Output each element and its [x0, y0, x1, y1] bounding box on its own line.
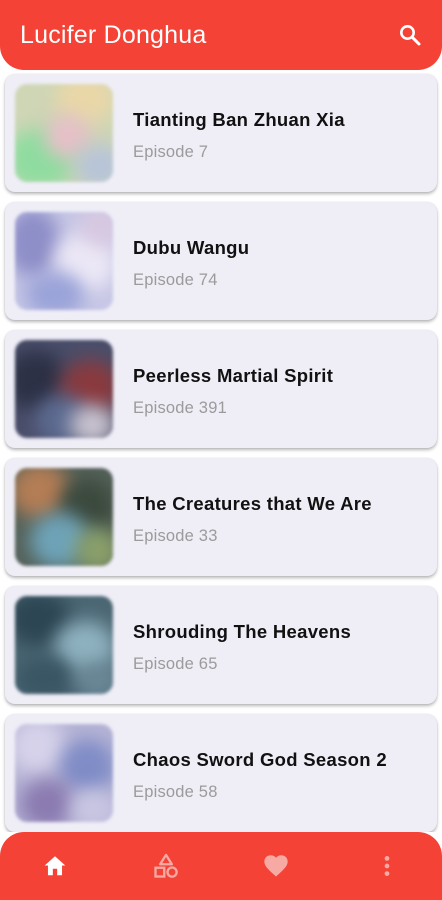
list-item[interactable]: Peerless Martial Spirit Episode 391 — [5, 330, 437, 448]
app-bar: Lucifer Donghua — [0, 0, 442, 70]
thumbnail — [15, 212, 113, 310]
thumbnail — [15, 596, 113, 694]
nav-more[interactable] — [357, 836, 417, 896]
item-title: Shrouding The Heavens — [133, 620, 352, 642]
list-item[interactable]: Shrouding The Heavens Episode 65 — [5, 586, 437, 704]
list-item[interactable]: Tianting Ban Zhuan Xia Episode 7 — [5, 74, 437, 192]
item-episode: Episode 7 — [133, 142, 209, 161]
app-title: Lucifer Donghua — [20, 20, 207, 49]
item-episode: Episode 58 — [133, 782, 218, 801]
search-button[interactable] — [396, 21, 424, 49]
item-episode: Episode 391 — [133, 398, 227, 417]
donghua-list: Tianting Ban Zhuan Xia Episode 7 Dubu Wa… — [0, 70, 442, 832]
item-title: The Creatures that We Are — [133, 492, 372, 514]
heart-icon — [264, 855, 288, 877]
home-icon — [44, 856, 66, 876]
list-item[interactable]: Dubu Wangu Episode 74 — [5, 202, 437, 320]
categories-icon — [154, 853, 178, 878]
thumbnail — [15, 340, 113, 438]
thumbnail — [15, 724, 113, 822]
item-title: Chaos Sword God Season 2 — [133, 748, 387, 770]
item-title: Peerless Martial Spirit — [133, 364, 334, 386]
list-item[interactable]: Chaos Sword God Season 2 Episode 58 — [5, 714, 437, 832]
search-icon — [400, 25, 421, 46]
thumbnail — [15, 468, 113, 566]
item-episode: Episode 65 — [133, 654, 218, 673]
thumbnail — [15, 84, 113, 182]
item-title: Dubu Wangu — [133, 236, 250, 258]
list-item[interactable]: The Creatures that We Are Episode 33 — [5, 458, 437, 576]
nav-categories[interactable] — [136, 836, 196, 896]
item-title: Tianting Ban Zhuan Xia — [133, 108, 345, 130]
bottom-navigation — [0, 832, 442, 900]
nav-favorites[interactable] — [246, 836, 306, 896]
item-episode: Episode 74 — [133, 270, 218, 289]
app-root: Lucifer Donghua Tianting Ban Zhuan Xia E… — [0, 0, 442, 900]
item-episode: Episode 33 — [133, 526, 218, 545]
nav-home[interactable] — [25, 836, 85, 896]
more-vertical-icon — [384, 856, 390, 876]
